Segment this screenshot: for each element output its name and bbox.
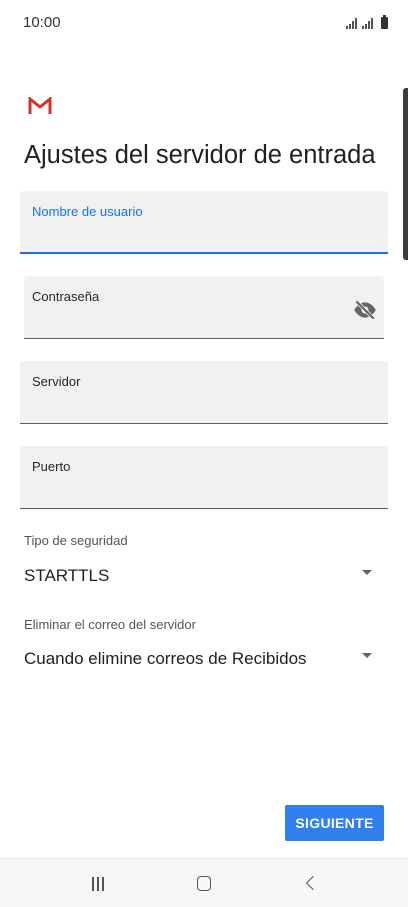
home-icon — [197, 876, 211, 891]
gmail-logo-icon — [28, 97, 52, 114]
signal-icon — [346, 17, 357, 29]
next-button[interactable]: SIGUIENTE — [285, 805, 384, 841]
eye-off-icon[interactable] — [352, 297, 378, 323]
security-type-value: STARTTLS — [24, 566, 110, 585]
port-label: Puerto — [32, 459, 71, 474]
status-time: 10:00 — [23, 14, 61, 31]
home-button[interactable] — [174, 859, 234, 907]
signal-icon — [362, 17, 373, 29]
delete-mail-value: Cuando elimine correos de Recibidos — [24, 649, 307, 668]
server-label: Servidor — [32, 374, 81, 389]
password-field[interactable]: Contraseña — [24, 276, 384, 339]
port-input[interactable] — [32, 485, 340, 502]
server-input[interactable] — [32, 400, 340, 417]
recent-apps-icon — [92, 877, 104, 891]
username-label: Nombre de usuario — [32, 204, 143, 219]
security-type-label: Tipo de seguridad — [24, 533, 128, 548]
back-button[interactable] — [282, 859, 342, 907]
port-field[interactable]: Puerto — [20, 446, 388, 509]
back-icon — [305, 875, 321, 891]
dropdown-caret-icon — [362, 653, 372, 658]
password-input[interactable] — [32, 315, 332, 332]
security-type-dropdown[interactable]: STARTTLS — [12, 558, 382, 592]
edge-panel-handle[interactable] — [403, 88, 408, 260]
username-field[interactable]: Nombre de usuario — [20, 191, 388, 254]
password-label: Contraseña — [32, 289, 100, 304]
navigation-bar — [0, 858, 408, 907]
recent-apps-button[interactable] — [68, 859, 128, 907]
username-input[interactable] — [32, 229, 340, 246]
status-icons — [346, 15, 388, 29]
delete-mail-dropdown[interactable]: Cuando elimine correos de Recibidos — [12, 641, 382, 675]
status-bar: 10:00 — [0, 0, 408, 46]
battery-icon — [381, 15, 388, 29]
delete-mail-label: Eliminar el correo del servidor — [24, 617, 196, 632]
dropdown-caret-icon — [362, 570, 372, 575]
server-field[interactable]: Servidor — [20, 361, 388, 424]
page-title: Ajustes del servidor de entrada — [24, 141, 376, 169]
